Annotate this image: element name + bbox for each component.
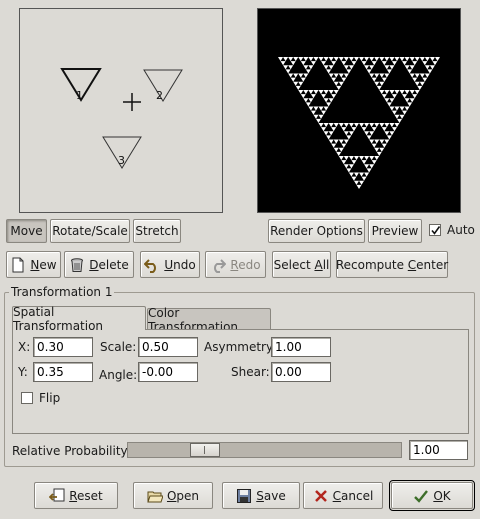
save-mnemonic: S [256, 488, 264, 503]
transformation-frame-title: Transformation 1 [9, 285, 115, 299]
select-all-button[interactable]: Select All [272, 251, 331, 278]
handle-label-1: 1 [76, 89, 83, 102]
ok-mnemonic: O [433, 488, 443, 503]
angle-label: Angle: [99, 368, 138, 382]
handle-label-3: 3 [118, 154, 125, 167]
recompute-label-rest: enter [416, 257, 449, 272]
x-field[interactable] [33, 337, 93, 357]
sierpinski-fractal [278, 57, 440, 189]
recompute-label-pre: Recompute [335, 257, 408, 272]
angle-field[interactable] [138, 362, 198, 382]
probability-slider-handle[interactable] [190, 443, 220, 457]
open-mnemonic: O [166, 488, 177, 503]
revert-icon [49, 488, 65, 504]
ok-check-icon [413, 488, 429, 504]
shear-field[interactable] [271, 362, 331, 382]
x-label: X: [18, 340, 31, 354]
redo-label: edo [238, 257, 261, 272]
design-triangles[interactable]: 1 2 3 [20, 9, 222, 212]
reset-label: eset [77, 488, 103, 503]
ok-button[interactable]: OK [389, 480, 475, 511]
rotate-scale-button[interactable]: Rotate/Scale [50, 219, 130, 243]
delete-label: elete [98, 257, 129, 272]
preview-label: Preview [371, 224, 419, 238]
save-label: ave [263, 488, 286, 503]
relative-probability-label: Relative Probability: [12, 444, 131, 458]
fractal-preview [257, 8, 461, 213]
open-button[interactable]: Open [133, 482, 213, 509]
render-options-button[interactable]: Render Options [268, 219, 365, 243]
undo-arrow-icon [144, 257, 160, 273]
rotate-scale-label: Rotate/Scale [52, 224, 128, 238]
recompute-mnemonic: C [407, 257, 417, 272]
open-label: pen [176, 488, 200, 503]
new-label: ew [39, 257, 57, 272]
tab-spatial-label: Spatial Transformation [13, 304, 104, 333]
select-all-label-rest: ll [322, 257, 330, 272]
probability-field[interactable] [409, 440, 468, 460]
recompute-center-button[interactable]: Recompute Center [336, 251, 448, 278]
undo-button[interactable]: Undo [140, 251, 200, 278]
trash-icon [69, 257, 85, 273]
tab-color-transformation[interactable]: Color Transformation [147, 306, 271, 334]
transform-triangle-2 [143, 69, 183, 102]
delete-mnemonic: D [89, 257, 99, 272]
asymmetry-label: Asymmetry: [204, 340, 277, 354]
folder-open-icon [147, 488, 163, 504]
move-label: Move [10, 224, 43, 238]
preview-button[interactable]: Preview [368, 219, 422, 243]
render-options-label: Render Options [270, 224, 363, 238]
floppy-disk-icon [236, 488, 252, 504]
auto-label: Auto [447, 223, 475, 237]
probability-slider-trough[interactable] [127, 442, 402, 458]
flip-checkbox[interactable] [21, 392, 33, 404]
save-button[interactable]: Save [222, 482, 300, 509]
cancel-button[interactable]: Cancel [303, 482, 383, 509]
cancel-x-icon [313, 488, 329, 504]
handle-label-2: 2 [156, 89, 163, 102]
tab-spatial-transformation[interactable]: Spatial Transformation [12, 304, 146, 333]
checkmark-icon [431, 226, 441, 235]
shear-label: Shear: [231, 365, 270, 379]
new-document-icon [10, 257, 26, 273]
y-label: Y: [18, 365, 28, 379]
cancel-mnemonic: C [332, 488, 342, 503]
undo-label: ndo [173, 257, 196, 272]
stretch-label: Stretch [135, 224, 179, 238]
scale-field[interactable] [138, 337, 198, 357]
new-button[interactable]: New [6, 251, 61, 278]
select-all-label-pre: Select [273, 257, 315, 272]
asymmetry-field[interactable] [271, 337, 331, 357]
scale-label: Scale: [100, 340, 137, 354]
undo-mnemonic: U [164, 257, 174, 272]
y-field[interactable] [33, 362, 93, 382]
auto-checkbox[interactable] [429, 224, 441, 236]
delete-button[interactable]: Delete [64, 251, 134, 278]
reset-mnemonic: R [69, 488, 78, 503]
sierpinski-shape [278, 57, 440, 189]
ok-label: K [442, 488, 451, 503]
design-area[interactable]: 1 2 3 [19, 8, 223, 213]
reset-button[interactable]: Reset [34, 482, 118, 509]
select-all-mnemonic: A [314, 257, 323, 272]
cancel-label: ancel [341, 488, 374, 503]
redo-button[interactable]: Redo [205, 251, 266, 278]
stretch-button[interactable]: Stretch [133, 219, 181, 243]
redo-arrow-icon [210, 257, 227, 273]
flip-label: Flip [39, 391, 61, 405]
move-button[interactable]: Move [6, 219, 47, 243]
